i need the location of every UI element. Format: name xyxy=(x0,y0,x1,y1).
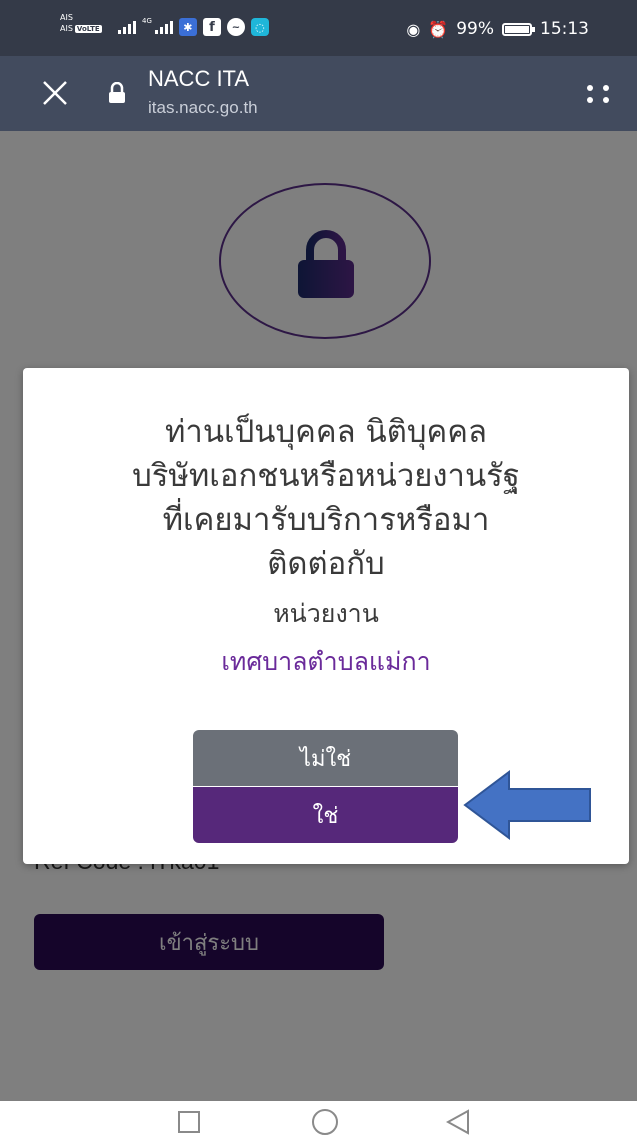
status-icons-left: 4G ✱ f ~ ◌ xyxy=(118,18,269,36)
phone-screen: AIS AIS VoLTE 4G ✱ f ~ ◌ ◉ ⏰ 99% 15:13 N… xyxy=(0,0,637,1141)
battery-icon xyxy=(502,22,535,36)
question-line: ท่านเป็นบุคคล นิติบุคคล xyxy=(165,414,487,450)
agency-name: เทศบาลตำบลแม่กา xyxy=(221,647,431,676)
network-type: 4G xyxy=(142,17,152,25)
status-bar: AIS AIS VoLTE 4G ✱ f ~ ◌ ◉ ⏰ 99% 15:13 xyxy=(0,0,637,56)
facebook-icon: f xyxy=(202,18,221,36)
home-icon[interactable] xyxy=(312,1109,338,1135)
clock: 15:13 xyxy=(540,19,589,39)
signal-icon xyxy=(118,20,136,34)
navigation-bar xyxy=(0,1101,637,1141)
app-notification-icon: ✱ xyxy=(178,18,197,36)
back-icon[interactable] xyxy=(446,1109,470,1135)
dialog-question: ท่านเป็นบุคคล นิติบุคคล บริษัทเอกชนหรือห… xyxy=(23,410,629,586)
eye-icon: ◉ xyxy=(406,19,421,39)
browser-toolbar: NACC ITA itas.nacc.go.th xyxy=(0,56,637,131)
chat-icon: ◌ xyxy=(250,18,269,36)
question-line: ที่เคยมารับบริการหรือมา xyxy=(162,502,490,538)
status-icons-right: ◉ ⏰ 99% 15:13 xyxy=(406,19,589,39)
yes-button[interactable]: ใช่ xyxy=(193,787,458,843)
carrier-info: AIS AIS VoLTE xyxy=(60,12,102,35)
close-icon[interactable] xyxy=(38,76,72,110)
signal-4g-icon xyxy=(154,20,173,34)
alarm-icon: ⏰ xyxy=(428,19,449,39)
lock-icon[interactable] xyxy=(108,82,126,104)
carrier-top: AIS xyxy=(60,13,73,22)
question-line: บริษัทเอกชนหรือหน่วยงานรัฐ xyxy=(132,458,520,494)
volte-badge: VoLTE xyxy=(74,25,102,33)
carrier-bottom: AIS VoLTE xyxy=(60,24,102,33)
pointer-arrow-icon xyxy=(463,770,591,840)
site-title: NACC ITA xyxy=(148,66,250,91)
battery-percent: 99% xyxy=(456,19,494,39)
agency-label: หน่วยงาน xyxy=(273,599,379,628)
messenger-icon: ~ xyxy=(226,18,245,36)
more-options-icon[interactable] xyxy=(585,82,611,106)
recent-apps-icon[interactable] xyxy=(178,1111,200,1133)
question-line: ติดต่อกับ xyxy=(267,546,385,582)
no-button[interactable]: ไม่ใช่ xyxy=(193,730,458,786)
site-url[interactable]: itas.nacc.go.th xyxy=(148,98,258,118)
